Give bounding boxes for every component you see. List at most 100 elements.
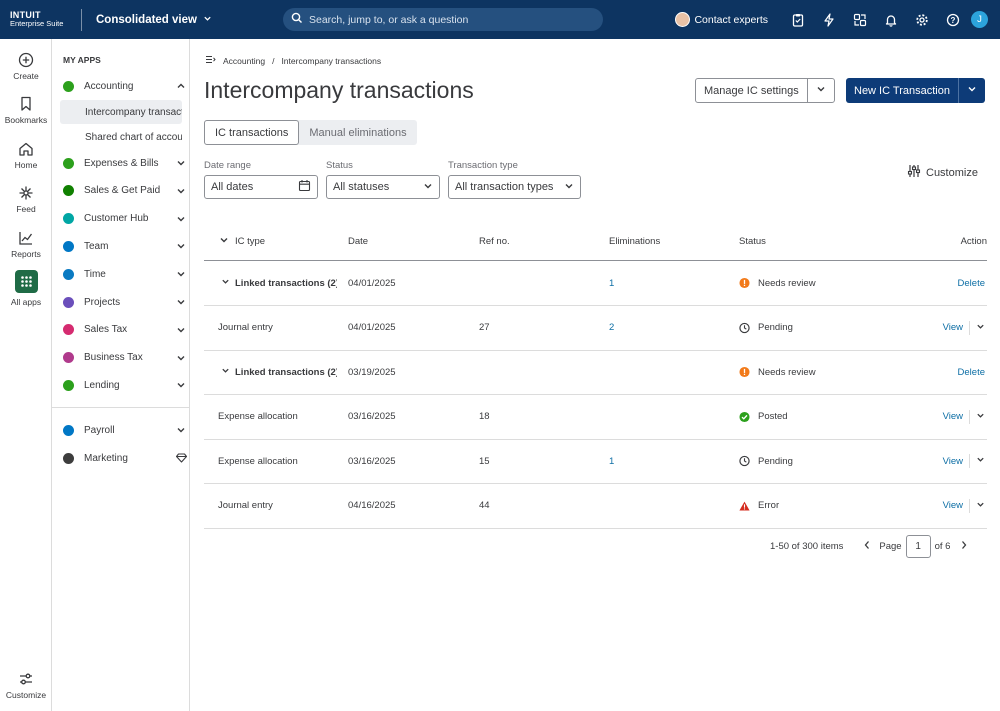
- sidebar-item-customer-hub[interactable]: Customer Hub: [63, 208, 187, 230]
- table-row[interactable]: Linked transactions (2) 04/01/2025 1 Needs …: [204, 261, 987, 306]
- sidebar-item-time[interactable]: Time: [63, 263, 187, 285]
- column-header-status[interactable]: Status: [739, 222, 766, 261]
- table-row[interactable]: Journal entry 04/01/2025 27 2 Pending View: [204, 306, 987, 351]
- app-icon: [63, 452, 74, 464]
- delete-link[interactable]: Delete: [958, 278, 985, 289]
- rail-feed[interactable]: Feed: [0, 183, 52, 214]
- tab-ic-transactions[interactable]: IC transactions: [204, 120, 300, 145]
- table-row[interactable]: Expense allocation 03/16/2025 18 Posted View: [204, 395, 987, 440]
- sidebar-item-team[interactable]: Team: [63, 235, 187, 257]
- row-expand-toggle[interactable]: [221, 261, 230, 305]
- breadcrumb-parent-link[interactable]: Accounting: [223, 56, 265, 66]
- tab-manual-eliminations[interactable]: Manual eliminations: [299, 120, 416, 145]
- eliminations-link[interactable]: 2: [609, 306, 614, 350]
- intuit-logo[interactable]: INTUIT Enterprise Suite: [0, 11, 81, 28]
- page-title: Intercompany transactions: [204, 77, 474, 103]
- app-icon: [63, 185, 74, 197]
- date-range-select[interactable]: All dates: [204, 175, 318, 199]
- row-actions: Delete: [958, 261, 985, 305]
- contact-experts-button[interactable]: Contact experts: [675, 12, 768, 27]
- column-header-date[interactable]: Date: [348, 222, 368, 261]
- gear-icon[interactable]: [906, 0, 937, 39]
- help-icon[interactable]: ?: [937, 0, 968, 39]
- view-link[interactable]: View: [943, 500, 963, 511]
- chart-line-icon: [0, 228, 52, 248]
- table-row[interactable]: Linked transactions (2) 03/19/2025 Needs r…: [204, 350, 987, 395]
- collapse-menu-icon[interactable]: [205, 55, 216, 66]
- status-cell: Posted: [739, 395, 788, 439]
- table-row[interactable]: Expense allocation 03/16/2025 15 1 Pending Vi…: [204, 439, 987, 484]
- sidebar-item-sales-tax[interactable]: Sales Tax: [63, 319, 187, 341]
- chevron-down-icon: [175, 353, 187, 363]
- chevron-down-icon[interactable]: [976, 500, 985, 512]
- sidebar-item-sales-get-paid[interactable]: Sales & Get Paid: [63, 180, 187, 202]
- column-header-eliminations[interactable]: Eliminations: [609, 222, 660, 261]
- user-avatar[interactable]: J: [971, 11, 988, 28]
- sidebar-item-expenses-bills[interactable]: Expenses & Bills: [63, 152, 187, 174]
- bell-icon[interactable]: [875, 0, 906, 39]
- next-page-button[interactable]: [960, 540, 968, 553]
- manage-dropdown-button[interactable]: [808, 79, 834, 102]
- rail-all-apps[interactable]: All apps: [0, 270, 52, 307]
- manage-ic-settings-button[interactable]: Manage IC settings: [696, 79, 808, 102]
- sidebar-item-label: Lending: [84, 379, 120, 391]
- sidebar-item-accounting[interactable]: Accounting: [63, 75, 187, 97]
- eliminations-link[interactable]: 1: [609, 261, 614, 305]
- sidebar-item-payroll[interactable]: Payroll: [63, 419, 187, 441]
- sidebar-item-label: Sales Tax: [84, 324, 128, 336]
- view-link[interactable]: View: [943, 411, 963, 422]
- status-cell: Pending: [739, 439, 793, 483]
- view-link[interactable]: View: [943, 456, 963, 467]
- app-icon: [63, 424, 74, 436]
- rail-create[interactable]: Create: [0, 50, 52, 81]
- status-select[interactable]: All statuses: [326, 175, 440, 199]
- apps-switch-icon[interactable]: [844, 0, 875, 39]
- global-search-input[interactable]: Search, jump to, or ask a question: [283, 8, 603, 31]
- new-ic-transaction-split-button: New IC Transaction: [846, 78, 985, 103]
- svg-text:?: ?: [950, 16, 955, 25]
- eliminations-link[interactable]: 1: [609, 439, 614, 483]
- sliders-icon: [0, 669, 52, 689]
- rail-bookmarks[interactable]: Bookmarks: [0, 94, 52, 125]
- ref-no-cell: 44: [479, 500, 490, 511]
- page-number-input[interactable]: 1: [905, 534, 931, 558]
- view-link[interactable]: View: [943, 322, 963, 333]
- rail-home[interactable]: Home: [0, 139, 52, 170]
- sidebar-item-lending[interactable]: Lending: [63, 374, 187, 396]
- sidebar-item-marketing[interactable]: Marketing: [63, 447, 187, 469]
- chevron-down-icon[interactable]: [976, 411, 985, 423]
- accounting-app-icon: [63, 80, 74, 92]
- new-dropdown-button[interactable]: [959, 78, 985, 103]
- rail-customize[interactable]: Customize: [0, 669, 52, 700]
- transaction-type-select[interactable]: All transaction types: [448, 175, 581, 199]
- ic-type-cell: Journal entry: [218, 322, 273, 333]
- clipboard-icon[interactable]: [782, 0, 813, 39]
- row-expand-toggle[interactable]: [221, 350, 230, 394]
- app-icon: [63, 352, 74, 364]
- previous-page-button[interactable]: [863, 540, 871, 553]
- expand-all-toggle[interactable]: [219, 222, 229, 261]
- chevron-down-icon: [967, 84, 977, 97]
- chevron-down-icon[interactable]: [976, 322, 985, 334]
- sidebar-item-projects[interactable]: Projects: [63, 291, 187, 313]
- company-switcher[interactable]: Consolidated view: [82, 14, 283, 26]
- chevron-down-icon[interactable]: [976, 455, 985, 467]
- new-ic-transaction-button[interactable]: New IC Transaction: [846, 78, 959, 103]
- column-header-ref-no[interactable]: Ref no.: [479, 222, 510, 261]
- clock-icon: [739, 322, 750, 333]
- rail-reports[interactable]: Reports: [0, 228, 52, 259]
- date-cell: 03/19/2025: [348, 366, 396, 378]
- table-row[interactable]: Journal entry 04/16/2025 44 Error View: [204, 484, 987, 529]
- lightning-icon[interactable]: [813, 0, 844, 39]
- column-header-ic-type[interactable]: IC type: [235, 222, 265, 261]
- status-filter-label: Status: [326, 160, 353, 171]
- sidebar-subitem-shared-coa[interactable]: Shared chart of accounts: [60, 125, 182, 149]
- divider: [969, 320, 970, 335]
- left-rail: Create Bookmarks Home Feed Reports All a…: [0, 39, 52, 711]
- chevron-down-icon: [221, 277, 230, 289]
- customize-button[interactable]: Customize: [907, 164, 978, 181]
- row-actions: View: [943, 395, 985, 439]
- sidebar-subitem-intercompany[interactable]: Intercompany transactions: [60, 100, 182, 124]
- delete-link[interactable]: Delete: [958, 367, 985, 378]
- sidebar-item-business-tax[interactable]: Business Tax: [63, 347, 187, 369]
